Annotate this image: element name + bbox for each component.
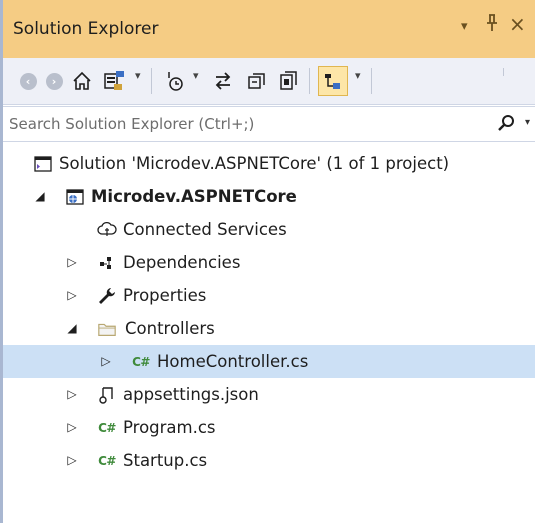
search-icon[interactable] — [497, 113, 517, 137]
collapsed-arrow-icon[interactable]: ▷ — [65, 246, 79, 279]
toolbar: ‹ › ▾ ▾ ▾ — [3, 58, 535, 105]
forward-icon: › — [45, 72, 63, 90]
collapse-all-button[interactable] — [243, 66, 271, 96]
toolbar-separator — [151, 68, 152, 94]
collapsed-arrow-icon[interactable]: ▷ — [99, 345, 113, 378]
csharp-file-icon: C# — [131, 352, 151, 372]
tree-item-label: Dependencies — [123, 253, 241, 272]
switch-views-dropdown-icon[interactable]: ▾ — [135, 69, 141, 82]
search-options-dropdown-icon[interactable]: ▾ — [525, 117, 530, 128]
home-icon — [73, 71, 91, 90]
tree-item-label: Properties — [123, 286, 207, 305]
dependencies-icon — [97, 253, 117, 273]
solution-icon — [33, 154, 53, 174]
pending-changes-dropdown-icon[interactable]: ▾ — [193, 69, 199, 82]
json-file-icon — [97, 385, 117, 405]
csharp-file-icon: C# — [97, 418, 117, 438]
sync-with-document-icon — [215, 72, 231, 90]
tree-item-project[interactable]: ◢ Microdev.ASPNETCore — [3, 180, 535, 213]
show-all-files-icon — [280, 71, 297, 90]
expanded-arrow-icon[interactable]: ◢ — [33, 180, 47, 213]
tree-item-appsettings[interactable]: ▷ appsettings.json — [3, 378, 535, 411]
switch-views-button[interactable] — [101, 66, 129, 96]
preview-selected-items-icon — [318, 66, 348, 96]
tree-item-properties[interactable]: ▷ Properties — [3, 279, 535, 312]
tree-item-label: Connected Services — [123, 220, 287, 239]
title-bar[interactable]: Solution Explorer ▾ × — [3, 0, 535, 58]
tree-item-label: Startup.cs — [123, 451, 208, 470]
connected-services-icon — [97, 220, 117, 240]
collapse-all-icon — [248, 73, 265, 89]
tree-item-dependencies[interactable]: ▷ Dependencies — [3, 246, 535, 279]
toolbar-separator — [371, 68, 372, 94]
search-box: ▾ — [3, 106, 535, 142]
close-icon[interactable]: × — [509, 12, 526, 36]
switch-views-icon — [104, 71, 124, 90]
tree-item-label: Program.cs — [123, 418, 216, 437]
preview-selected-items-button[interactable] — [317, 66, 349, 96]
preview-dropdown-icon[interactable]: ▾ — [355, 69, 361, 82]
pending-changes-filter-icon — [168, 72, 183, 91]
toolbar-separator — [309, 68, 310, 94]
sync-with-active-document-button[interactable] — [209, 66, 237, 96]
back-button[interactable]: ‹ — [17, 66, 39, 96]
tree-item-label: Controllers — [125, 319, 215, 338]
collapsed-arrow-icon[interactable]: ▷ — [65, 378, 79, 411]
csharp-badge: C# — [132, 354, 150, 369]
expanded-arrow-icon[interactable]: ◢ — [65, 312, 79, 345]
tree-item-program[interactable]: ▷ C# Program.cs — [3, 411, 535, 444]
search-input[interactable] — [9, 113, 479, 135]
tree-item-connected-services[interactable]: Connected Services — [3, 213, 535, 246]
csharp-badge: C# — [98, 453, 116, 468]
window-title: Solution Explorer — [13, 19, 159, 39]
tree-item-startup[interactable]: ▷ C# Startup.cs — [3, 444, 535, 477]
show-all-files-button[interactable] — [275, 66, 303, 96]
toolbar-overflow-mark — [503, 68, 504, 76]
csharp-file-icon: C# — [97, 451, 117, 471]
collapsed-arrow-icon[interactable]: ▷ — [65, 279, 79, 312]
solution-tree: Solution 'Microdev.ASPNETCore' (1 of 1 p… — [3, 144, 535, 523]
tree-item-label: Solution 'Microdev.ASPNETCore' (1 of 1 p… — [59, 154, 450, 173]
wrench-icon — [97, 286, 117, 306]
home-button[interactable] — [69, 66, 95, 96]
collapsed-arrow-icon[interactable]: ▷ — [65, 444, 79, 477]
collapsed-arrow-icon[interactable]: ▷ — [65, 411, 79, 444]
tree-item-controllers-folder[interactable]: ◢ Controllers — [3, 312, 535, 345]
folder-icon — [97, 319, 117, 339]
pending-changes-filter-button[interactable] — [161, 66, 189, 96]
web-project-icon — [65, 187, 85, 207]
tree-item-solution[interactable]: Solution 'Microdev.ASPNETCore' (1 of 1 p… — [3, 147, 535, 180]
window-position-dropdown-icon[interactable]: ▾ — [461, 19, 468, 34]
forward-button[interactable]: › — [43, 66, 65, 96]
tree-item-label: HomeController.cs — [157, 352, 309, 371]
back-icon: ‹ — [19, 72, 37, 90]
csharp-badge: C# — [98, 420, 116, 435]
tree-item-label: appsettings.json — [123, 385, 259, 404]
tree-item-homecontroller[interactable]: ▷ C# HomeController.cs — [3, 345, 535, 378]
tree-item-label: Microdev.ASPNETCore — [91, 187, 297, 206]
auto-hide-pin-icon[interactable] — [485, 14, 499, 37]
